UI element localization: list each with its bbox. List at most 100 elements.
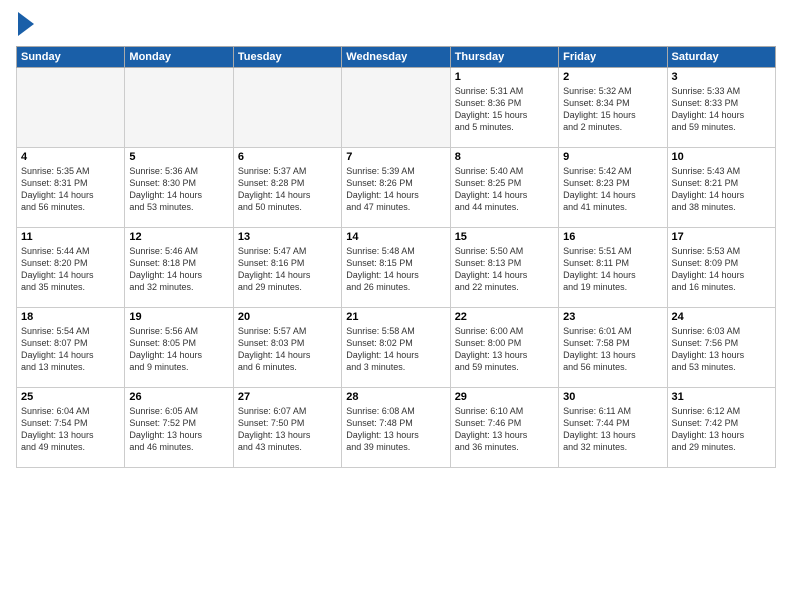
day-number: 18 <box>21 311 120 323</box>
day-number: 13 <box>238 231 337 243</box>
weekday-header-thursday: Thursday <box>450 47 558 68</box>
day-info: Sunrise: 6:01 AM Sunset: 7:58 PM Dayligh… <box>563 325 662 374</box>
day-number: 21 <box>346 311 445 323</box>
calendar-cell: 18Sunrise: 5:54 AM Sunset: 8:07 PM Dayli… <box>17 308 125 388</box>
day-number: 19 <box>129 311 228 323</box>
day-info: Sunrise: 6:11 AM Sunset: 7:44 PM Dayligh… <box>563 405 662 454</box>
calendar-cell: 13 Sunrise: 5:47 AM Sunset: 8:16 PM Dayli… <box>233 228 341 308</box>
day-number: 15 <box>455 231 554 243</box>
day-number: 20 <box>238 311 337 323</box>
calendar-header-row: SundayMondayTuesdayWednesdayThursdayFrid… <box>17 47 776 68</box>
day-info: Sunrise: 6:05 AM Sunset: 7:52 PM Dayligh… <box>129 405 228 454</box>
day-info: Sunrise: 6:04 AM Sunset: 7:54 PM Dayligh… <box>21 405 120 454</box>
day-info: Sunrise: 5:48 AM Sunset: 8:15 PM Dayligh… <box>346 245 445 294</box>
calendar-cell: 1 Sunrise: 5:31 AM Sunset: 8:36 PM Daylig… <box>450 68 558 148</box>
day-number: 3 <box>672 71 771 83</box>
day-number: 2 <box>563 71 662 83</box>
day-number: 8 <box>455 151 554 163</box>
day-info: Sunrise: 5:37 AM Sunset: 8:28 PM Dayligh… <box>238 165 337 214</box>
calendar-cell: 26 Sunrise: 6:05 AM Sunset: 7:52 PM Dayli… <box>125 388 233 468</box>
calendar-cell: 2 Sunrise: 5:32 AM Sunset: 8:34 PM Daylig… <box>559 68 667 148</box>
day-number: 28 <box>346 391 445 403</box>
calendar-cell: 31Sunrise: 6:12 AM Sunset: 7:42 PM Dayli… <box>667 388 775 468</box>
calendar-cell <box>233 68 341 148</box>
day-info: Sunrise: 5:50 AM Sunset: 8:13 PM Dayligh… <box>455 245 554 294</box>
calendar-cell: 10 Sunrise: 5:43 AM Sunset: 8:21 PM Dayli… <box>667 148 775 228</box>
day-number: 29 <box>455 391 554 403</box>
calendar-cell: 20 Sunrise: 5:57 AM Sunset: 8:03 PM Dayli… <box>233 308 341 388</box>
day-number: 5 <box>129 151 228 163</box>
day-info: Sunrise: 5:43 AM Sunset: 8:21 PM Dayligh… <box>672 165 771 214</box>
weekday-header-tuesday: Tuesday <box>233 47 341 68</box>
day-number: 1 <box>455 71 554 83</box>
calendar-cell: 12 Sunrise: 5:46 AM Sunset: 8:18 PM Dayli… <box>125 228 233 308</box>
day-number: 10 <box>672 151 771 163</box>
day-info: Sunrise: 6:03 AM Sunset: 7:56 PM Dayligh… <box>672 325 771 374</box>
calendar-cell <box>17 68 125 148</box>
day-number: 12 <box>129 231 228 243</box>
calendar-cell: 28 Sunrise: 6:08 AM Sunset: 7:48 PM Dayli… <box>342 388 450 468</box>
day-number: 6 <box>238 151 337 163</box>
calendar-cell: 7Sunrise: 5:39 AM Sunset: 8:26 PM Daylig… <box>342 148 450 228</box>
logo-arrow-icon <box>18 12 34 36</box>
calendar-cell: 29 Sunrise: 6:10 AM Sunset: 7:46 PM Dayli… <box>450 388 558 468</box>
day-number: 25 <box>21 391 120 403</box>
calendar-cell: 17Sunrise: 5:53 AM Sunset: 8:09 PM Dayli… <box>667 228 775 308</box>
calendar-cell: 15 Sunrise: 5:50 AM Sunset: 8:13 PM Dayli… <box>450 228 558 308</box>
weekday-header-friday: Friday <box>559 47 667 68</box>
calendar-cell: 23 Sunrise: 6:01 AM Sunset: 7:58 PM Dayli… <box>559 308 667 388</box>
day-info: Sunrise: 5:35 AM Sunset: 8:31 PM Dayligh… <box>21 165 120 214</box>
day-number: 11 <box>21 231 120 243</box>
day-number: 24 <box>672 311 771 323</box>
page: SundayMondayTuesdayWednesdayThursdayFrid… <box>0 0 792 476</box>
weekday-header-wednesday: Wednesday <box>342 47 450 68</box>
weekday-header-sunday: Sunday <box>17 47 125 68</box>
weekday-header-monday: Monday <box>125 47 233 68</box>
day-number: 16 <box>563 231 662 243</box>
day-number: 17 <box>672 231 771 243</box>
day-info: Sunrise: 5:42 AM Sunset: 8:23 PM Dayligh… <box>563 165 662 214</box>
day-info: Sunrise: 5:51 AM Sunset: 8:11 PM Dayligh… <box>563 245 662 294</box>
day-number: 4 <box>21 151 120 163</box>
calendar-cell: 5Sunrise: 5:36 AM Sunset: 8:30 PM Daylig… <box>125 148 233 228</box>
calendar-cell: 21Sunrise: 5:58 AM Sunset: 8:02 PM Dayli… <box>342 308 450 388</box>
day-number: 27 <box>238 391 337 403</box>
day-number: 14 <box>346 231 445 243</box>
day-number: 30 <box>563 391 662 403</box>
calendar-cell <box>125 68 233 148</box>
calendar: SundayMondayTuesdayWednesdayThursdayFrid… <box>16 46 776 468</box>
day-info: Sunrise: 5:57 AM Sunset: 8:03 PM Dayligh… <box>238 325 337 374</box>
day-number: 26 <box>129 391 228 403</box>
logo <box>16 16 34 36</box>
day-info: Sunrise: 5:56 AM Sunset: 8:05 PM Dayligh… <box>129 325 228 374</box>
day-number: 9 <box>563 151 662 163</box>
day-info: Sunrise: 5:31 AM Sunset: 8:36 PM Dayligh… <box>455 85 554 134</box>
day-info: Sunrise: 5:47 AM Sunset: 8:16 PM Dayligh… <box>238 245 337 294</box>
day-number: 7 <box>346 151 445 163</box>
calendar-week-3: 11Sunrise: 5:44 AM Sunset: 8:20 PM Dayli… <box>17 228 776 308</box>
day-info: Sunrise: 5:46 AM Sunset: 8:18 PM Dayligh… <box>129 245 228 294</box>
calendar-week-1: 1 Sunrise: 5:31 AM Sunset: 8:36 PM Daylig… <box>17 68 776 148</box>
calendar-cell: 11Sunrise: 5:44 AM Sunset: 8:20 PM Dayli… <box>17 228 125 308</box>
calendar-cell: 9 Sunrise: 5:42 AM Sunset: 8:23 PM Daylig… <box>559 148 667 228</box>
day-number: 31 <box>672 391 771 403</box>
calendar-cell: 3Sunrise: 5:33 AM Sunset: 8:33 PM Daylig… <box>667 68 775 148</box>
calendar-cell: 8 Sunrise: 5:40 AM Sunset: 8:25 PM Daylig… <box>450 148 558 228</box>
calendar-cell: 27Sunrise: 6:07 AM Sunset: 7:50 PM Dayli… <box>233 388 341 468</box>
calendar-cell: 22Sunrise: 6:00 AM Sunset: 8:00 PM Dayli… <box>450 308 558 388</box>
calendar-cell <box>342 68 450 148</box>
weekday-header-saturday: Saturday <box>667 47 775 68</box>
calendar-cell: 19 Sunrise: 5:56 AM Sunset: 8:05 PM Dayli… <box>125 308 233 388</box>
day-info: Sunrise: 5:40 AM Sunset: 8:25 PM Dayligh… <box>455 165 554 214</box>
calendar-cell: 4 Sunrise: 5:35 AM Sunset: 8:31 PM Daylig… <box>17 148 125 228</box>
day-info: Sunrise: 6:00 AM Sunset: 8:00 PM Dayligh… <box>455 325 554 374</box>
calendar-week-4: 18Sunrise: 5:54 AM Sunset: 8:07 PM Dayli… <box>17 308 776 388</box>
day-info: Sunrise: 6:10 AM Sunset: 7:46 PM Dayligh… <box>455 405 554 454</box>
calendar-cell: 14 Sunrise: 5:48 AM Sunset: 8:15 PM Dayli… <box>342 228 450 308</box>
calendar-week-2: 4 Sunrise: 5:35 AM Sunset: 8:31 PM Daylig… <box>17 148 776 228</box>
calendar-week-5: 25 Sunrise: 6:04 AM Sunset: 7:54 PM Dayli… <box>17 388 776 468</box>
day-number: 23 <box>563 311 662 323</box>
day-info: Sunrise: 6:08 AM Sunset: 7:48 PM Dayligh… <box>346 405 445 454</box>
day-info: Sunrise: 5:32 AM Sunset: 8:34 PM Dayligh… <box>563 85 662 134</box>
calendar-cell: 30 Sunrise: 6:11 AM Sunset: 7:44 PM Dayli… <box>559 388 667 468</box>
